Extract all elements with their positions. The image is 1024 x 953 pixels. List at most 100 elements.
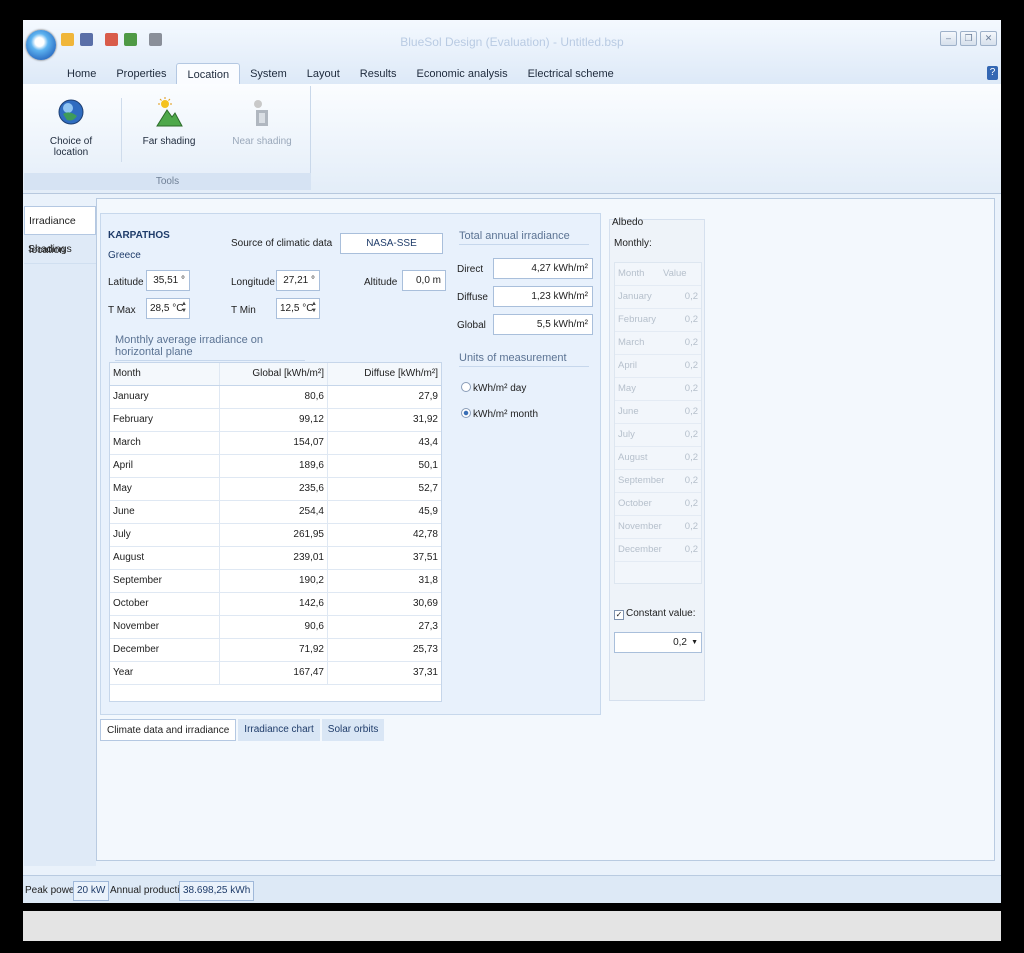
table-row[interactable]: March 154,07 43,4: [110, 432, 441, 455]
albedo-month: January: [618, 291, 652, 302]
tab-economic-analysis[interactable]: Economic analysis: [406, 63, 517, 85]
ribbon-separator: [121, 98, 122, 162]
column-header-global[interactable]: Global [kWh/m²]: [220, 363, 328, 385]
table-row[interactable]: September 190,2 31,8: [110, 570, 441, 593]
cell-diffuse: 37,31: [412, 667, 438, 678]
app-window: BlueSol Design (Evaluation) - Untitled.b…: [23, 20, 1001, 941]
cell-diffuse: 42,78: [412, 529, 438, 540]
tab-layout[interactable]: Layout: [297, 63, 350, 85]
help-icon[interactable]: ?: [987, 66, 998, 80]
tab-climate-data[interactable]: Climate data and irradiance: [100, 719, 237, 741]
table-header: Month Global [kWh/m²] Diffuse [kWh/m²]: [110, 363, 441, 386]
cell-diffuse: 31,8: [418, 575, 438, 586]
albedo-value: 0,2: [684, 337, 698, 348]
cell-global: 235,6: [220, 478, 328, 500]
tab-properties[interactable]: Properties: [106, 63, 176, 85]
table-row[interactable]: January 80,6 27,9: [110, 386, 441, 409]
direct-field[interactable]: 4,27 kWh/m²: [493, 258, 593, 279]
diffuse-field[interactable]: 1,23 kWh/m²: [493, 286, 593, 307]
choice-of-location-button[interactable]: Choice of location: [36, 96, 106, 158]
far-shading-button[interactable]: Far shading: [139, 96, 199, 147]
cell-diffuse: 25,73: [412, 644, 438, 655]
table-row[interactable]: May 235,6 52,7: [110, 478, 441, 501]
tab-irradiance-chart[interactable]: Irradiance chart: [238, 719, 320, 741]
cell-global: 99,12: [220, 409, 328, 431]
albedo-month: May: [618, 383, 636, 394]
table-row[interactable]: November 90,6 27,3: [110, 616, 441, 639]
albedo-panel: Albedo Monthly: Month Value January 0,2 Fe…: [609, 217, 705, 701]
list-item: January 0,2: [615, 286, 701, 309]
table-row[interactable]: October 142,6 30,69: [110, 593, 441, 616]
albedo-value: 0,2: [684, 383, 698, 394]
dropdown-arrow-icon[interactable]: ▼: [691, 633, 698, 652]
constant-value-checkbox[interactable]: ✓ Constant value:: [614, 608, 696, 620]
albedo-month: November: [618, 521, 662, 532]
cell-global: 254,4: [220, 501, 328, 523]
tab-location[interactable]: Location: [176, 63, 241, 85]
monthly-title: Monthly average irradiance on horizontal…: [115, 334, 305, 361]
table-row[interactable]: Year 167,47 37,31: [110, 662, 441, 685]
cell-month: August: [110, 547, 220, 569]
albedo-month: October: [618, 498, 652, 509]
tmax-label: T Max: [108, 305, 136, 316]
albedo-value: 0,2: [684, 291, 698, 302]
sidebar-item-shadings[interactable]: Shadings: [24, 235, 96, 264]
table-row[interactable]: April 189,6 50,1: [110, 455, 441, 478]
spin-arrows-icon[interactable]: ▲ ▼: [181, 301, 187, 315]
tab-home[interactable]: Home: [57, 63, 106, 85]
spin-arrows-icon[interactable]: ▲ ▼: [311, 301, 317, 315]
tab-results[interactable]: Results: [350, 63, 407, 85]
ribbon-panel: Choice of location Far shading Near shad…: [23, 84, 1001, 194]
table-row[interactable]: February 99,12 31,92: [110, 409, 441, 432]
table-row[interactable]: August 239,01 37,51: [110, 547, 441, 570]
albedo-value: 0,2: [684, 406, 698, 417]
minimize-icon[interactable]: –: [940, 31, 957, 46]
window-title: BlueSol Design (Evaluation) - Untitled.b…: [400, 35, 624, 49]
list-item: April 0,2: [615, 355, 701, 378]
constant-value: 0,2: [673, 637, 687, 648]
cell-month: November: [110, 616, 220, 638]
direct-label: Direct: [457, 264, 484, 275]
cell-month: October: [110, 593, 220, 615]
table-row[interactable]: June 254,4 45,9: [110, 501, 441, 524]
tmin-stepper[interactable]: 12,5 °C ▲ ▼: [276, 298, 320, 319]
list-item: August 0,2: [615, 447, 701, 470]
latitude-field[interactable]: 35,51 °: [146, 270, 190, 291]
cell-month: May: [110, 478, 220, 500]
source-field[interactable]: NASA-SSE: [340, 233, 443, 254]
close-icon[interactable]: ✕: [980, 31, 997, 46]
table-row[interactable]: July 261,95 42,78: [110, 524, 441, 547]
cell-month: April: [110, 455, 220, 477]
global-field[interactable]: 5,5 kWh/m²: [493, 314, 593, 335]
longitude-field[interactable]: 27,21 °: [276, 270, 320, 291]
altitude-field[interactable]: 0,0 m: [402, 270, 446, 291]
constant-value-select[interactable]: 0,2 ▼: [614, 632, 702, 653]
radio-checked-icon: [461, 408, 471, 418]
unit-day-radio[interactable]: kWh/m² day: [461, 382, 526, 394]
cell-diffuse: 52,7: [418, 483, 438, 494]
restore-icon[interactable]: ❐: [960, 31, 977, 46]
tab-electrical-scheme[interactable]: Electrical scheme: [518, 63, 624, 85]
column-header-month[interactable]: Month: [110, 363, 220, 385]
tab-system[interactable]: System: [240, 63, 297, 85]
unit-month-radio[interactable]: kWh/m² month: [461, 408, 538, 420]
list-item: June 0,2: [615, 401, 701, 424]
latitude-label: Latitude: [108, 277, 144, 288]
choice-of-location-label: Choice of location: [49, 136, 93, 158]
column-header-diffuse[interactable]: Diffuse [kWh/m²]: [328, 363, 441, 385]
tmax-stepper[interactable]: 28,5 °C ▲ ▼: [146, 298, 190, 319]
table-row[interactable]: December 71,92 25,73: [110, 639, 441, 662]
tab-solar-orbits[interactable]: Solar orbits: [321, 719, 385, 741]
near-shading-button[interactable]: Near shading: [229, 96, 295, 147]
annual-production-value: 38.698,25 kWh: [179, 881, 255, 901]
albedo-month: September: [618, 475, 665, 486]
window-controls: – ❐ ✕: [940, 31, 997, 46]
albedo-col-value: Value: [663, 268, 687, 279]
sidebar-item-irradiance-location[interactable]: Irradiance location: [24, 206, 96, 256]
cell-diffuse: 27,9: [418, 391, 438, 402]
albedo-monthly-label: Monthly:: [614, 238, 652, 249]
list-item: May 0,2: [615, 378, 701, 401]
cell-global: 189,6: [220, 455, 328, 477]
albedo-value: 0,2: [684, 452, 698, 463]
albedo-value: 0,2: [684, 314, 698, 325]
